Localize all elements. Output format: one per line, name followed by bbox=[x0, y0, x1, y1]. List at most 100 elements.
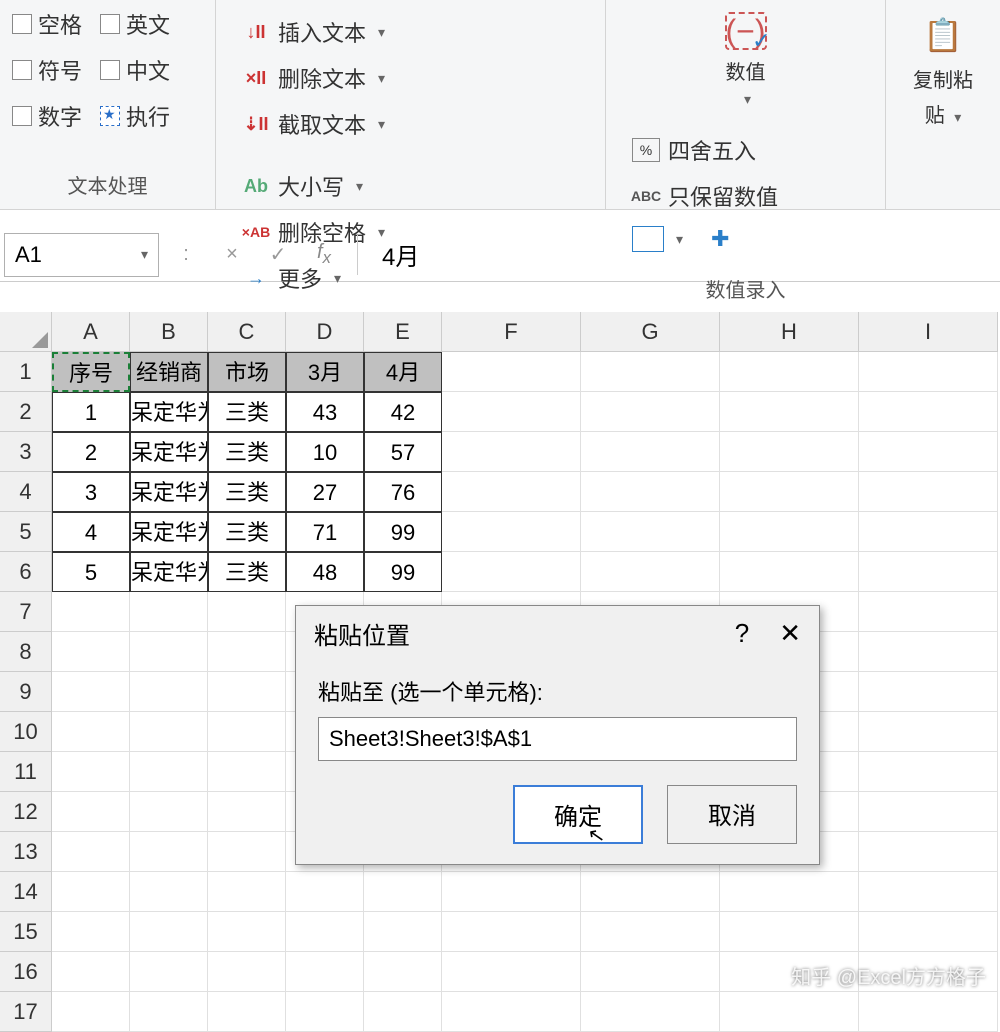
cell-B5[interactable]: 呆定华为 bbox=[130, 512, 208, 552]
cell-A15[interactable] bbox=[52, 912, 130, 952]
cell-C13[interactable] bbox=[208, 832, 286, 872]
row-header-8[interactable]: 8 bbox=[0, 632, 52, 672]
name-box[interactable]: A1▾ bbox=[4, 233, 159, 277]
cell-H6[interactable] bbox=[720, 552, 859, 592]
cell-I17[interactable] bbox=[859, 992, 998, 1032]
cell-E2[interactable]: 42 bbox=[364, 392, 442, 432]
cell-I15[interactable] bbox=[859, 912, 998, 952]
insert-text-button[interactable]: ↓II插入文本▾ bbox=[242, 16, 579, 48]
row-header-4[interactable]: 4 bbox=[0, 472, 52, 512]
cell-F1[interactable] bbox=[442, 352, 581, 392]
cell-G2[interactable] bbox=[581, 392, 720, 432]
close-icon[interactable]: ✕ bbox=[779, 618, 801, 649]
cell-C10[interactable] bbox=[208, 712, 286, 752]
row-header-1[interactable]: 1 bbox=[0, 352, 52, 392]
select-all-corner[interactable] bbox=[0, 312, 52, 352]
cell-H4[interactable] bbox=[720, 472, 859, 512]
cell-C12[interactable] bbox=[208, 792, 286, 832]
cell-A11[interactable] bbox=[52, 752, 130, 792]
cell-D6[interactable]: 48 bbox=[286, 552, 364, 592]
cell-F16[interactable] bbox=[442, 952, 581, 992]
cell-E5[interactable]: 99 bbox=[364, 512, 442, 552]
cancel-icon[interactable]: × bbox=[209, 243, 255, 266]
row-header-3[interactable]: 3 bbox=[0, 432, 52, 472]
cell-A1[interactable]: 序号 bbox=[52, 352, 130, 392]
cell-H17[interactable] bbox=[720, 992, 859, 1032]
cell-D4[interactable]: 27 bbox=[286, 472, 364, 512]
cell-A16[interactable] bbox=[52, 952, 130, 992]
cell-A5[interactable]: 4 bbox=[52, 512, 130, 552]
cell-H2[interactable] bbox=[720, 392, 859, 432]
accept-icon[interactable]: ✓ bbox=[255, 242, 301, 267]
cell-I10[interactable] bbox=[859, 712, 998, 752]
copy-paste-button[interactable]: 📋 复制粘 贴 ▾ bbox=[903, 8, 983, 132]
cell-C14[interactable] bbox=[208, 872, 286, 912]
value-button[interactable]: (−)✓ 数值 ▾ bbox=[618, 8, 873, 112]
case-button[interactable]: Ab大小写▾ bbox=[242, 170, 579, 202]
row-header-7[interactable]: 7 bbox=[0, 592, 52, 632]
cell-E1[interactable]: 4月 bbox=[364, 352, 442, 392]
trim-text-button[interactable]: ⇣II截取文本▾ bbox=[242, 108, 579, 140]
cell-I2[interactable] bbox=[859, 392, 998, 432]
column-header-C[interactable]: C bbox=[208, 312, 286, 352]
cell-I7[interactable] bbox=[859, 592, 998, 632]
column-header-D[interactable]: D bbox=[286, 312, 364, 352]
cell-B17[interactable] bbox=[130, 992, 208, 1032]
paste-target-input[interactable] bbox=[318, 717, 797, 761]
cell-I9[interactable] bbox=[859, 672, 998, 712]
check-number[interactable]: 数字 bbox=[12, 100, 82, 132]
cell-A4[interactable]: 3 bbox=[52, 472, 130, 512]
cell-G3[interactable] bbox=[581, 432, 720, 472]
cell-C15[interactable] bbox=[208, 912, 286, 952]
cell-I12[interactable] bbox=[859, 792, 998, 832]
cell-I8[interactable] bbox=[859, 632, 998, 672]
cell-D17[interactable] bbox=[286, 992, 364, 1032]
column-header-H[interactable]: H bbox=[720, 312, 859, 352]
cell-B2[interactable]: 呆定华为 bbox=[130, 392, 208, 432]
cell-D15[interactable] bbox=[286, 912, 364, 952]
cell-A6[interactable]: 5 bbox=[52, 552, 130, 592]
check-symbol[interactable]: 符号 bbox=[12, 54, 82, 86]
cell-C17[interactable] bbox=[208, 992, 286, 1032]
cell-B6[interactable]: 呆定华为 bbox=[130, 552, 208, 592]
cell-A13[interactable] bbox=[52, 832, 130, 872]
cell-E16[interactable] bbox=[364, 952, 442, 992]
check-execute[interactable]: 执行 bbox=[100, 100, 170, 132]
cell-I13[interactable] bbox=[859, 832, 998, 872]
delete-text-button[interactable]: ×II删除文本▾ bbox=[242, 62, 579, 94]
row-header-10[interactable]: 10 bbox=[0, 712, 52, 752]
cell-B14[interactable] bbox=[130, 872, 208, 912]
cell-I1[interactable] bbox=[859, 352, 998, 392]
cell-B4[interactable]: 呆定华为 bbox=[130, 472, 208, 512]
cell-F3[interactable] bbox=[442, 432, 581, 472]
cell-I6[interactable] bbox=[859, 552, 998, 592]
column-header-I[interactable]: I bbox=[859, 312, 998, 352]
check-space[interactable]: 空格 bbox=[12, 8, 82, 40]
cell-B12[interactable] bbox=[130, 792, 208, 832]
cell-A3[interactable]: 2 bbox=[52, 432, 130, 472]
cell-A8[interactable] bbox=[52, 632, 130, 672]
cell-H14[interactable] bbox=[720, 872, 859, 912]
column-header-F[interactable]: F bbox=[442, 312, 581, 352]
cell-H3[interactable] bbox=[720, 432, 859, 472]
cell-G5[interactable] bbox=[581, 512, 720, 552]
cell-B10[interactable] bbox=[130, 712, 208, 752]
row-header-6[interactable]: 6 bbox=[0, 552, 52, 592]
cell-B1[interactable]: 经销商 bbox=[130, 352, 208, 392]
cell-G6[interactable] bbox=[581, 552, 720, 592]
cell-F4[interactable] bbox=[442, 472, 581, 512]
cell-D3[interactable]: 10 bbox=[286, 432, 364, 472]
cell-E3[interactable]: 57 bbox=[364, 432, 442, 472]
column-header-A[interactable]: A bbox=[52, 312, 130, 352]
cell-A9[interactable] bbox=[52, 672, 130, 712]
check-english[interactable]: 英文 bbox=[100, 8, 170, 40]
row-header-17[interactable]: 17 bbox=[0, 992, 52, 1032]
column-header-G[interactable]: G bbox=[581, 312, 720, 352]
cell-F17[interactable] bbox=[442, 992, 581, 1032]
cell-C6[interactable]: 三类 bbox=[208, 552, 286, 592]
cell-C8[interactable] bbox=[208, 632, 286, 672]
cell-D14[interactable] bbox=[286, 872, 364, 912]
cell-H1[interactable] bbox=[720, 352, 859, 392]
cell-E6[interactable]: 99 bbox=[364, 552, 442, 592]
cell-D1[interactable]: 3月 bbox=[286, 352, 364, 392]
